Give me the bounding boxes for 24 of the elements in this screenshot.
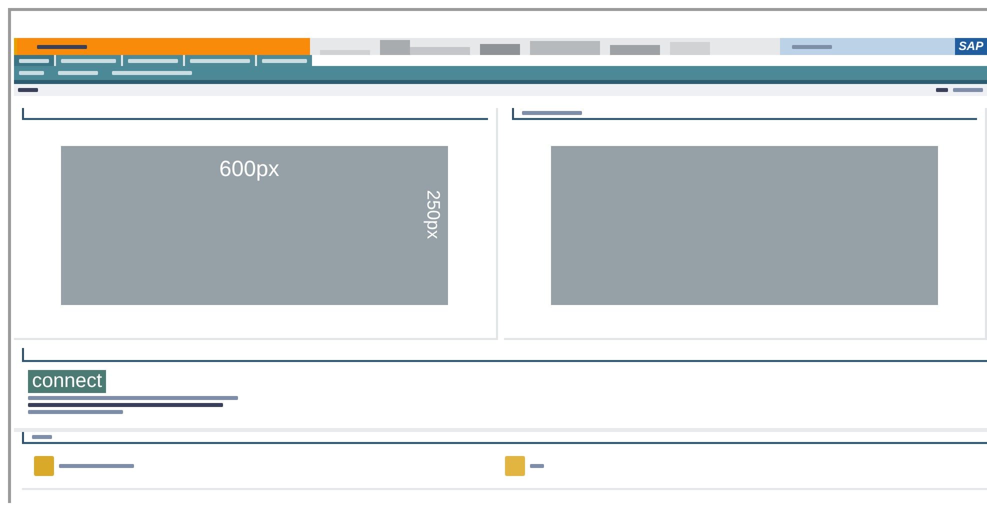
tab[interactable] <box>56 55 121 66</box>
blurred-text <box>530 464 544 468</box>
blurred-text <box>936 88 948 92</box>
tab[interactable] <box>185 55 255 66</box>
blurred-text <box>522 111 582 115</box>
blurred-text <box>18 88 38 92</box>
blurred-text <box>190 58 250 62</box>
tab[interactable] <box>257 55 312 66</box>
blurred-text <box>128 58 178 62</box>
height-label: 250px <box>422 190 444 240</box>
tab[interactable] <box>14 55 54 66</box>
blurred-text <box>19 71 44 75</box>
blurred-text <box>58 71 98 75</box>
blurred-text <box>37 44 87 48</box>
blurred-text <box>792 44 832 48</box>
blurred-text <box>262 58 307 62</box>
blurred-text <box>61 58 116 62</box>
blurred-text <box>32 435 52 439</box>
blurred-text <box>19 58 49 62</box>
tab[interactable] <box>123 55 183 66</box>
sap-logo: SAP <box>955 38 987 55</box>
connect-logo: connect <box>28 370 106 393</box>
width-label: 600px <box>219 156 280 182</box>
blurred-text <box>953 88 983 92</box>
